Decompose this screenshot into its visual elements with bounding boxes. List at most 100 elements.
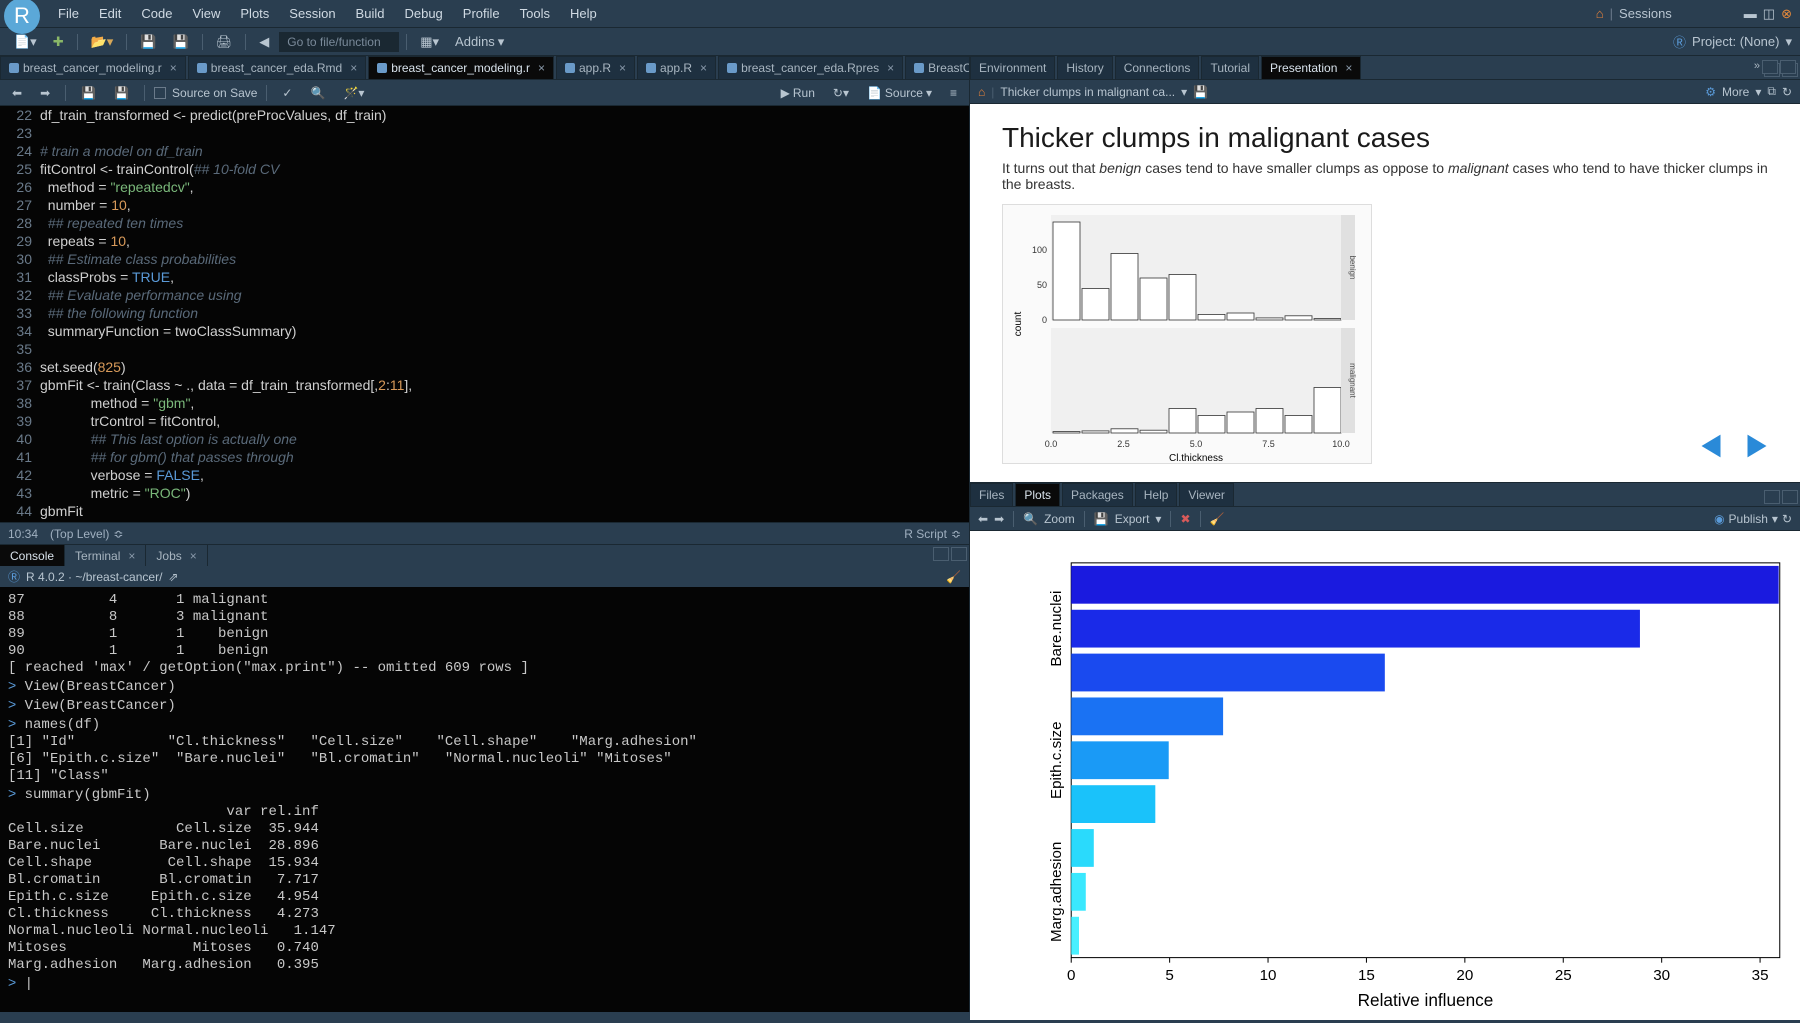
print-button[interactable]: 🖨: [210, 31, 239, 53]
forward-button[interactable]: ➡: [34, 83, 56, 103]
editor-tab[interactable]: breast_cancer_modeling.r×: [368, 56, 554, 79]
next-slide-button[interactable]: [1738, 430, 1776, 462]
menu-edit[interactable]: Edit: [89, 2, 131, 25]
console-popup-icon[interactable]: ⇗: [168, 570, 178, 584]
export-icon[interactable]: 💾: [1094, 512, 1109, 526]
menu-file[interactable]: File: [48, 2, 89, 25]
back-button[interactable]: ⬅: [6, 83, 28, 103]
pres-settings-icon[interactable]: ⚙: [1705, 85, 1716, 99]
pres-popup-icon[interactable]: ⧉: [1767, 84, 1776, 99]
env-tab-environment[interactable]: Environment: [970, 56, 1055, 79]
more-button[interactable]: More: [1722, 85, 1749, 99]
save-button[interactable]: 💾: [134, 31, 162, 53]
close-tab-icon[interactable]: ×: [538, 61, 545, 75]
sessions-button[interactable]: Sessions: [1619, 6, 1672, 21]
open-file-button[interactable]: 📂▾: [85, 31, 120, 53]
plot-tab-viewer[interactable]: Viewer: [1179, 483, 1233, 506]
editor-tab[interactable]: app.R×: [637, 56, 716, 79]
console-path[interactable]: R 4.0.2 · ~/breast-cancer/: [26, 570, 162, 584]
panes-icon[interactable]: ◫: [1763, 6, 1775, 22]
menu-debug[interactable]: Debug: [394, 2, 452, 25]
wand-button[interactable]: 🪄▾: [337, 83, 370, 103]
menu-session[interactable]: Session: [279, 2, 345, 25]
pres-home-icon[interactable]: ⌂: [978, 85, 985, 99]
menu-plots[interactable]: Plots: [230, 2, 279, 25]
goto-prev-button[interactable]: ◀: [253, 31, 275, 53]
console-max-button[interactable]: [951, 547, 967, 561]
close-tab-icon[interactable]: ×: [619, 61, 626, 75]
env-tab-presentation[interactable]: Presentation ×: [1261, 56, 1361, 79]
remove-plot-button[interactable]: ✖: [1180, 512, 1190, 526]
menu-profile[interactable]: Profile: [453, 2, 510, 25]
run-button[interactable]: ▶ Run: [775, 83, 821, 103]
console-output[interactable]: 87 4 1 malignant 88 8 3 malignant 89 1 1…: [0, 588, 969, 1012]
file-type-label[interactable]: R Script: [904, 527, 947, 541]
svg-text:15: 15: [1358, 967, 1375, 984]
editor-tab[interactable]: breast_cancer_modeling.r×: [0, 56, 186, 79]
publish-icon[interactable]: ◉: [1714, 512, 1724, 526]
pres-refresh-icon[interactable]: ↻: [1782, 85, 1792, 99]
editor-tab[interactable]: app.R×: [556, 56, 635, 79]
menu-code[interactable]: Code: [131, 2, 182, 25]
env-tab-history[interactable]: History: [1057, 56, 1112, 79]
code-editor[interactable]: 22df_train_transformed <- predict(prePro…: [0, 106, 969, 522]
plot-tab-files[interactable]: Files: [970, 483, 1013, 506]
svg-text:7.5: 7.5: [1262, 439, 1275, 449]
plot-next-button[interactable]: ➡: [994, 512, 1004, 526]
plot-min-button[interactable]: [1764, 490, 1780, 504]
source-on-save-checkbox[interactable]: [154, 87, 166, 99]
menu-help[interactable]: Help: [560, 2, 607, 25]
menu-build[interactable]: Build: [346, 2, 395, 25]
close-icon[interactable]: ⊗: [1781, 6, 1792, 22]
show-in-pane-button[interactable]: 💾: [75, 83, 102, 103]
clear-plots-button[interactable]: 🧹: [1210, 512, 1225, 526]
goto-file-input[interactable]: Go to file/function: [279, 32, 399, 52]
editor-tab[interactable]: breast_cancer_eda.Rpres×: [718, 56, 903, 79]
menu-view[interactable]: View: [182, 2, 230, 25]
grid-button[interactable]: ▦▾: [414, 31, 445, 53]
plot-tab-help[interactable]: Help: [1135, 483, 1178, 506]
close-tab-icon[interactable]: ×: [350, 61, 357, 75]
find-button[interactable]: 🔍: [304, 83, 331, 103]
prev-slide-button[interactable]: [1692, 430, 1730, 462]
publish-button[interactable]: Publish: [1729, 512, 1768, 526]
new-file-button[interactable]: 📄▾: [8, 31, 43, 53]
rerun-button[interactable]: ↻▾: [827, 83, 855, 103]
presentation-breadcrumb[interactable]: Thicker clumps in malignant ca...: [1000, 85, 1175, 99]
console-min-button[interactable]: [933, 547, 949, 561]
minimize-icon[interactable]: ▬: [1744, 6, 1757, 21]
scope-label[interactable]: (Top Level): [50, 527, 109, 541]
addins-button[interactable]: Addins ▾: [449, 31, 510, 53]
console-tab-terminal[interactable]: Terminal ×: [65, 545, 146, 566]
save-file-button[interactable]: 💾: [108, 83, 135, 103]
env-tab-connections[interactable]: Connections: [1115, 56, 1200, 79]
plot-tab-bar: FilesPlotsPackagesHelpViewer: [970, 483, 1800, 507]
new-project-button[interactable]: ✚: [47, 31, 70, 53]
close-tab-icon[interactable]: ×: [170, 61, 177, 75]
console-header: Ⓡ R 4.0.2 · ~/breast-cancer/ ⇗ 🧹: [0, 566, 969, 588]
editor-tab[interactable]: breast_cancer_eda.Rmd×: [188, 56, 366, 79]
console-tab-jobs[interactable]: Jobs ×: [146, 545, 207, 566]
export-button[interactable]: Export: [1115, 512, 1150, 526]
zoom-button[interactable]: Zoom: [1044, 512, 1075, 526]
plot-tab-packages[interactable]: Packages: [1062, 483, 1133, 506]
env-tab-tutorial[interactable]: Tutorial: [1201, 56, 1259, 79]
close-tab-icon[interactable]: ×: [700, 61, 707, 75]
menu-tools[interactable]: Tools: [510, 2, 560, 25]
save-all-button[interactable]: 💾: [167, 31, 195, 53]
console-tab-console[interactable]: Console: [0, 545, 65, 566]
editor-tab[interactable]: BreastCa×: [905, 56, 969, 79]
clear-console-icon[interactable]: 🧹: [946, 570, 961, 584]
plot-prev-button[interactable]: ⬅: [978, 512, 988, 526]
plot-refresh-icon[interactable]: ↻: [1782, 512, 1792, 526]
zoom-icon[interactable]: 🔍: [1023, 512, 1038, 526]
pres-save-icon[interactable]: 💾: [1193, 85, 1208, 99]
plot-max-button[interactable]: [1782, 490, 1798, 504]
source-button[interactable]: 📄 Source ▾: [861, 83, 938, 103]
plot-tab-plots[interactable]: Plots: [1015, 483, 1060, 506]
outline-button[interactable]: ≡: [944, 83, 963, 103]
close-tab-icon[interactable]: ×: [887, 61, 894, 75]
home-icon[interactable]: ⌂: [1596, 6, 1604, 21]
project-menu[interactable]: Project: (None): [1692, 34, 1779, 49]
spell-check-button[interactable]: ✓: [276, 83, 298, 103]
